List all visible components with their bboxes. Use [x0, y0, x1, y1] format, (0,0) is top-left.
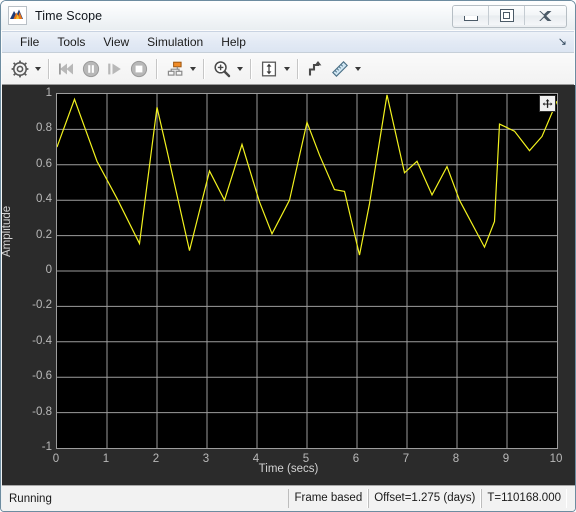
pin-maximize-icon[interactable]	[539, 95, 556, 112]
status-frame-mode: Frame based	[288, 489, 369, 508]
x-tick-label: 5	[302, 453, 310, 465]
plot-area[interactable]	[56, 93, 558, 449]
autoscale-dropdown-caret[interactable]	[281, 57, 292, 81]
autoscale-icon[interactable]	[257, 57, 281, 81]
y-tick-label: 0.6	[36, 157, 52, 170]
y-tick-label: -1	[41, 441, 52, 453]
status-state: Running	[9, 492, 52, 505]
close-button[interactable]	[525, 6, 566, 25]
restore-button[interactable]	[489, 6, 525, 25]
menu-expand-icon[interactable]: ↘	[558, 36, 567, 48]
x-tick-label: 9	[502, 453, 510, 465]
x-tick-label: 10	[549, 453, 563, 465]
signal-selector-icon[interactable]	[163, 57, 187, 81]
title-bar: Time Scope	[1, 1, 575, 30]
y-tick-label: 0.8	[36, 122, 52, 135]
menu-item-file[interactable]: File	[11, 33, 48, 51]
toolbar-separator	[156, 58, 158, 79]
status-time: T=110168.000	[481, 489, 567, 508]
close-icon	[538, 10, 551, 21]
zoom-dropdown-caret[interactable]	[234, 57, 245, 81]
x-tick-label: 2	[152, 453, 160, 465]
stop-icon[interactable]	[127, 57, 151, 81]
status-offset: Offset=1.275 (days)	[368, 489, 482, 508]
x-tick-label: 6	[352, 453, 360, 465]
menu-item-view[interactable]: View	[94, 33, 138, 51]
cursor-measurements-icon[interactable]	[304, 57, 328, 81]
x-tick-label: 4	[252, 453, 260, 465]
y-tick-label: 1	[45, 87, 52, 99]
toolbar-separator	[203, 58, 205, 79]
y-tick-label: -0.8	[32, 405, 52, 418]
zoom-in-icon[interactable]	[210, 57, 234, 81]
step-forward-icon[interactable]	[103, 57, 127, 81]
run-back-to-start-icon[interactable]	[55, 57, 79, 81]
menu-item-help[interactable]: Help	[212, 33, 255, 51]
matlab-membrane-icon	[8, 6, 27, 25]
configuration-dropdown-caret[interactable]	[32, 57, 43, 81]
x-tick-label: 7	[402, 453, 410, 465]
menu-bar: File Tools View Simulation Help ↘	[2, 31, 574, 53]
status-bar: Running Frame based Offset=1.275 (days) …	[2, 485, 575, 511]
menu-item-simulation[interactable]: Simulation	[138, 33, 212, 51]
y-tick-label: -0.2	[32, 299, 52, 312]
y-tick-label: -0.4	[32, 334, 52, 347]
toolbar	[2, 53, 574, 85]
y-tick-label: 0.2	[36, 228, 52, 241]
measurements-dropdown-caret[interactable]	[352, 57, 363, 81]
signal-selector-dropdown-caret[interactable]	[187, 57, 198, 81]
waveform-svg	[57, 94, 557, 448]
y-tick-label: -0.6	[32, 370, 52, 383]
minimize-icon	[463, 15, 478, 21]
grid-lines	[57, 94, 557, 448]
menu-item-tools[interactable]: Tools	[48, 33, 94, 51]
restore-icon	[499, 9, 514, 22]
window-title: Time Scope	[35, 8, 103, 23]
x-tick-label: 8	[452, 453, 460, 465]
y-tick-label: 0	[45, 264, 52, 276]
measurements-ruler-icon[interactable]	[328, 57, 352, 81]
x-tick-label: 0	[52, 453, 60, 465]
window-controls	[452, 5, 567, 28]
y-tick-label: 0.4	[36, 193, 52, 206]
pause-icon[interactable]	[79, 57, 103, 81]
toolbar-separator	[48, 58, 50, 79]
time-scope-window: Time Scope File Tools View Simulation He…	[0, 0, 576, 512]
configuration-gear-icon[interactable]	[8, 57, 32, 81]
scope-plot-panel: Amplitude Time (secs) -1 -0.8 -0.6 -0.4 -0.2…	[2, 85, 575, 485]
x-tick-label: 3	[202, 453, 210, 465]
x-tick-label: 1	[102, 453, 110, 465]
minimize-button[interactable]	[453, 6, 489, 25]
toolbar-separator	[297, 58, 299, 79]
toolbar-separator	[250, 58, 252, 79]
